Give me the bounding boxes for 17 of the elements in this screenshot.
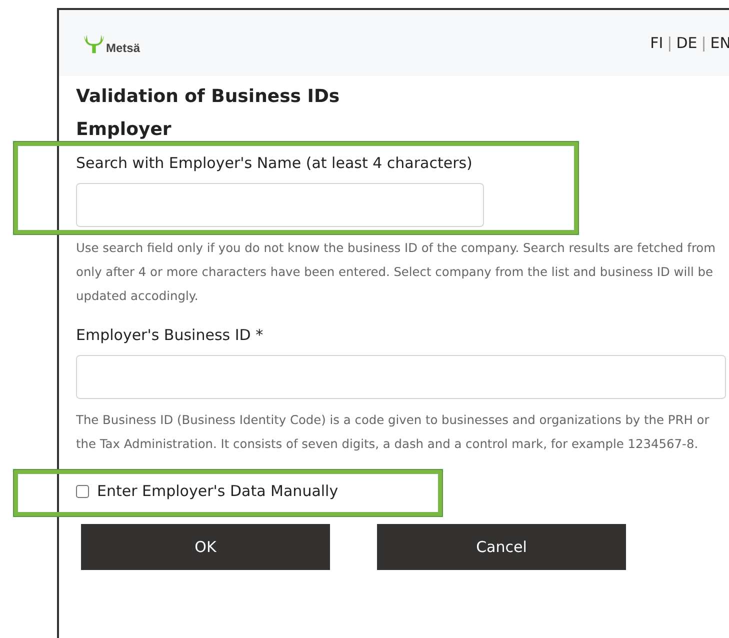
field-label: Employer's Business ID * — [76, 326, 264, 344]
logo-text: Metsä — [106, 41, 140, 55]
help-text: Use search field only if you do not know the business ID of the company. Search results are fetched from only after 4 or more characters have been entered. Select company from the list and business ID will be updated accodingly. — [76, 240, 717, 305]
separator: | — [701, 34, 706, 52]
checkbox[interactable] — [76, 484, 89, 498]
language-link[interactable]: FI — [650, 34, 664, 52]
section-heading: Employer — [76, 119, 172, 140]
language-link[interactable]: DE — [676, 34, 698, 52]
input-field[interactable] — [76, 355, 726, 399]
field-label: Search with Employer's Name (at least 4 characters) — [76, 154, 474, 172]
page-title: Validation of Business IDs — [76, 86, 341, 107]
checkbox-label: Enter Employer's Data Manually — [97, 482, 338, 500]
separator: | — [667, 34, 672, 52]
help-text: The Business ID (Business Identity Code) is a code given to businesses and organizations by the PRH or the Tax Administration. It consists of seven digits, a dash and a control mark, for example 1234567-8. — [76, 412, 710, 453]
action-button[interactable]: OK — [81, 524, 330, 570]
input-field[interactable] — [76, 183, 484, 227]
action-button[interactable]: Cancel — [377, 524, 626, 570]
